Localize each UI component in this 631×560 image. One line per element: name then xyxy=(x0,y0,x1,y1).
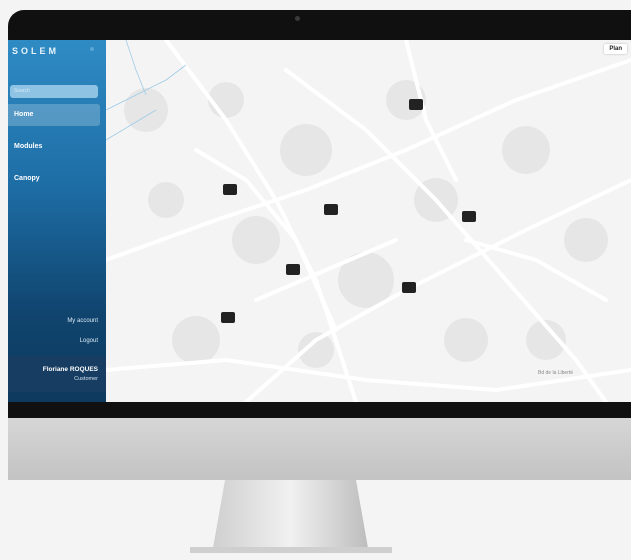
monitor-stand xyxy=(190,480,392,553)
